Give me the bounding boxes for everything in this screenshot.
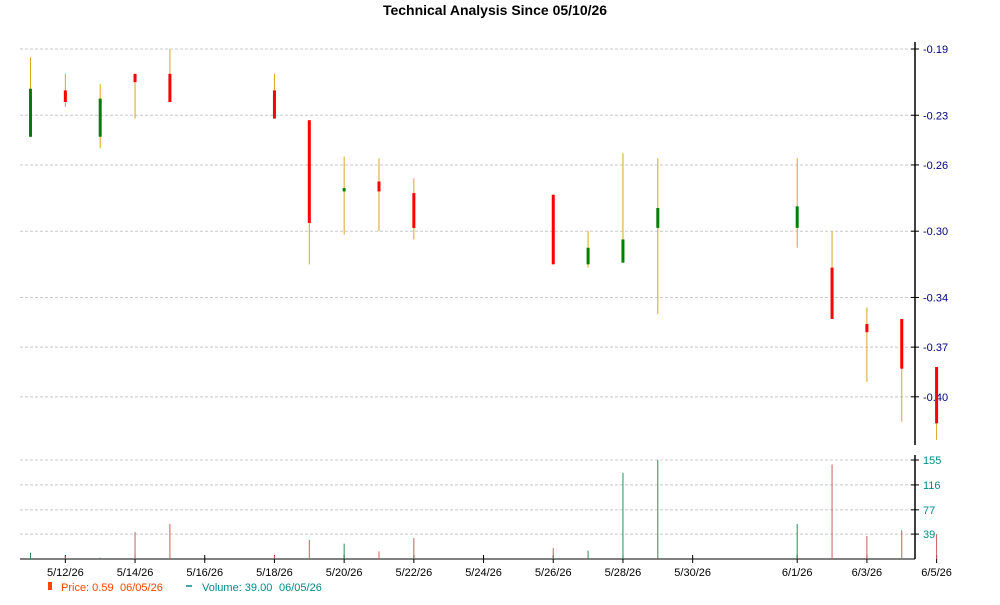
price-axis-ticks: -0.19-0.23-0.26-0.30-0.34-0.37-0.40 bbox=[911, 44, 948, 404]
chart-title: Technical Analysis Since 05/10/26 bbox=[383, 2, 607, 18]
candle-body bbox=[830, 267, 834, 319]
x-tick-label: 5/20/26 bbox=[326, 567, 363, 579]
candle-body bbox=[412, 193, 416, 228]
x-tick-label: 5/30/26 bbox=[674, 567, 711, 579]
candle-body bbox=[342, 188, 346, 192]
candle-body bbox=[551, 194, 555, 265]
legend-volume-label: Volume: 39.00 bbox=[202, 582, 272, 594]
volume-grid bbox=[20, 459, 915, 535]
price-tick-label: -0.34 bbox=[923, 292, 948, 304]
candle-body bbox=[795, 206, 799, 228]
x-tick-label: 5/28/26 bbox=[605, 567, 642, 579]
chart-frame: Technical Analysis Since 05/10/26 -0.19 -… bbox=[0, 0, 1000, 600]
price-tick-label: -0.37 bbox=[923, 342, 948, 354]
candle-body bbox=[133, 73, 137, 83]
x-tick-label: 5/14/26 bbox=[117, 567, 154, 579]
legend-price-date: 06/05/26 bbox=[120, 582, 163, 594]
price-tick-label: -0.23 bbox=[923, 110, 948, 122]
price-tick-label: -0.30 bbox=[923, 226, 948, 238]
price-tick-label: -0.26 bbox=[923, 160, 948, 172]
candle-body bbox=[656, 208, 660, 228]
volume-tick-label: 155 bbox=[923, 455, 941, 467]
candle-body bbox=[63, 90, 67, 102]
price-grid bbox=[20, 48, 915, 398]
candle-body bbox=[377, 181, 381, 192]
technical-analysis-chart: Technical Analysis Since 05/10/26 -0.19 -… bbox=[20, 2, 952, 594]
x-tick-label: 5/12/26 bbox=[47, 567, 84, 579]
x-tick-label: 5/16/26 bbox=[186, 567, 223, 579]
legend: Price: 0.59 06/05/26 Volume: 39.00 06/05… bbox=[48, 582, 322, 594]
candle-body bbox=[98, 98, 102, 137]
x-tick-label: 5/24/26 bbox=[465, 567, 502, 579]
legend-price-label: Price: 0.59 bbox=[61, 582, 114, 594]
x-tick-label: 5/18/26 bbox=[256, 567, 293, 579]
x-tick-label: 5/22/26 bbox=[395, 567, 432, 579]
candles bbox=[29, 49, 939, 440]
volume-tick-label: 116 bbox=[923, 480, 941, 492]
legend-volume-date: 06/05/26 bbox=[279, 582, 322, 594]
candle-body bbox=[29, 88, 32, 137]
candle-body bbox=[865, 323, 869, 333]
candle-body bbox=[272, 90, 276, 119]
candle-body bbox=[586, 247, 590, 265]
legend-price-swatch bbox=[48, 582, 52, 590]
candle-body bbox=[900, 318, 904, 369]
volume-tick-label: 77 bbox=[923, 505, 935, 517]
x-tick-label: 5/26/26 bbox=[535, 567, 572, 579]
candle-body bbox=[621, 239, 625, 263]
x-tick-label: 6/3/26 bbox=[852, 567, 883, 579]
candle-body bbox=[935, 367, 939, 424]
candle-body bbox=[307, 120, 311, 223]
price-tick-label: -0.19 bbox=[923, 44, 948, 56]
x-tick-label: 6/1/26 bbox=[782, 567, 813, 579]
candle-body bbox=[168, 73, 172, 102]
x-tick-label: 6/5/26 bbox=[921, 567, 952, 579]
volume-tick-label: 39 bbox=[923, 529, 935, 541]
